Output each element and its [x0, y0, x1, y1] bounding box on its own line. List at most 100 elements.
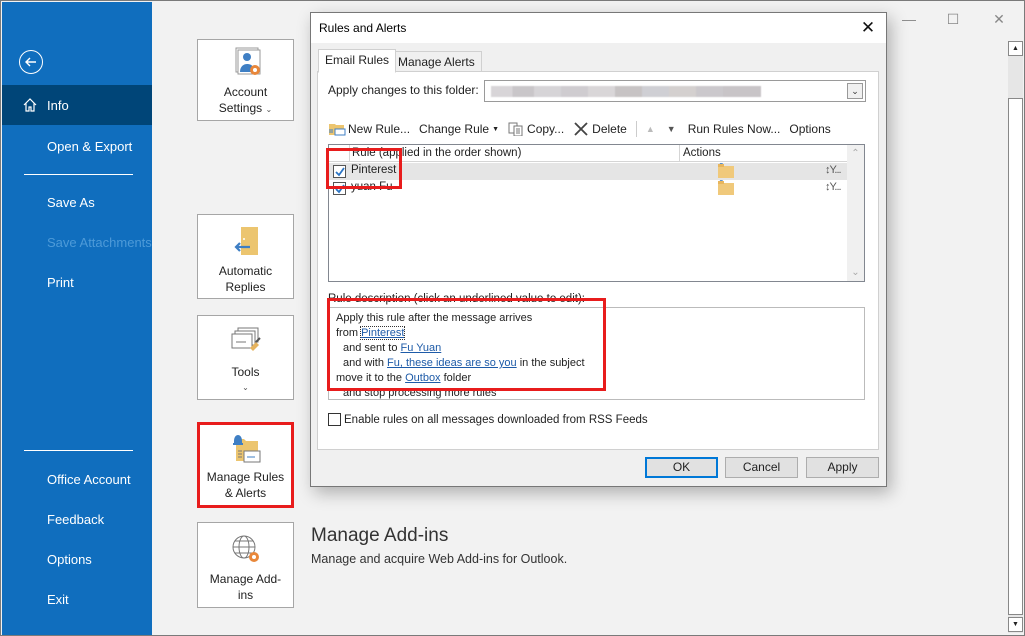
description-line: move it to the Outbox folder: [336, 372, 472, 384]
tile-label: Manage Rules: [206, 470, 285, 484]
rule-enabled-checkbox[interactable]: [333, 165, 346, 178]
automatic-replies-icon: [233, 227, 258, 255]
dialog-title: Rules and Alerts: [319, 21, 407, 35]
move-to-folder-icon: [718, 181, 734, 195]
rule-description-label: Rule description (click an underlined va…: [328, 293, 585, 305]
account-settings-icon: [235, 47, 260, 75]
rules-and-alerts-dialog: Rules and Alerts ✕ Email Rules Manage Al…: [310, 12, 887, 487]
checkbox[interactable]: [328, 413, 341, 426]
arrow-left-icon: [25, 57, 36, 67]
change-rule-button[interactable]: Change Rule ▼: [419, 122, 499, 136]
chevron-down-icon[interactable]: ⌄: [847, 83, 863, 99]
delete-rule-button[interactable]: Delete: [573, 122, 627, 136]
move-up-icon[interactable]: ▲: [646, 124, 655, 134]
nav-item-exit[interactable]: Exit: [2, 579, 152, 619]
manage-rules-alerts-tile[interactable]: Manage Rules & Alerts: [197, 422, 294, 508]
window-close-button[interactable]: ✕: [989, 9, 1009, 29]
nav-item-print[interactable]: Print: [2, 262, 152, 302]
toolbar-divider: [635, 121, 637, 137]
nav-item-label: Save As: [47, 194, 95, 210]
tile-label: Settings ⌄: [218, 101, 273, 115]
tab-email-rules[interactable]: Email Rules: [318, 49, 397, 73]
nav-item-label: Feedback: [47, 511, 105, 527]
column-header-rule[interactable]: Rule (applied in the order shown): [349, 145, 521, 162]
sent-to-value-link[interactable]: Fu Yuan: [401, 342, 442, 354]
scroll-up-icon[interactable]: ⌃: [847, 145, 864, 162]
apply-button[interactable]: Apply: [806, 457, 879, 478]
nav-item-info[interactable]: Info: [2, 85, 152, 125]
rule-description-box: Apply this rule after the message arrive…: [328, 307, 865, 400]
automatic-replies-tile[interactable]: Automatic Replies: [197, 214, 294, 299]
nav-divider: [24, 450, 133, 451]
checkmark-icon: [335, 184, 345, 194]
cancel-button[interactable]: Cancel: [725, 457, 798, 478]
minimize-button[interactable]: —: [899, 9, 919, 29]
folder-label: Apply changes to this folder:: [328, 83, 479, 97]
description-line: and with Fu, these ideas are so you in t…: [343, 357, 585, 369]
maximize-button[interactable]: ☐: [943, 9, 963, 29]
scrollbar-track[interactable]: [1008, 98, 1023, 615]
account-settings-tile[interactable]: Account Settings ⌄: [197, 39, 294, 121]
description-line: and stop processing more rules: [343, 387, 497, 399]
nav-item-open-export[interactable]: Open & Export: [2, 126, 152, 166]
outlook-window: Info Open & Export Save As Save Attachme…: [0, 0, 1025, 636]
nav-item-options[interactable]: Options: [2, 539, 152, 579]
scroll-up-arrow-icon[interactable]: ▲: [1008, 41, 1023, 56]
dropdown-arrow-icon: ▼: [492, 125, 500, 133]
rule-row[interactable]: yuan Fu ↴ ↕Y...: [329, 178, 848, 197]
rule-row[interactable]: Pinterest ↴ ↕Y...: [329, 161, 848, 180]
back-button[interactable]: [19, 50, 43, 74]
nav-item-label: Info: [47, 97, 69, 113]
description-line: from Pinterest: [336, 326, 406, 340]
target-folder-link[interactable]: Outbox: [405, 372, 440, 384]
nav-item-label: Open & Export: [47, 138, 133, 154]
tile-label: & Alerts: [224, 486, 267, 500]
nav-item-office-account[interactable]: Office Account: [2, 459, 152, 499]
redacted-folder-value: [491, 86, 761, 97]
tools-tile[interactable]: Tools ⌄: [197, 315, 294, 400]
dialog-titlebar: Rules and Alerts ✕: [311, 13, 886, 43]
backstage-nav: Info Open & Export Save As Save Attachme…: [2, 2, 152, 635]
ok-button[interactable]: OK: [645, 457, 718, 478]
nav-item-feedback[interactable]: Feedback: [2, 499, 152, 539]
copy-rule-button[interactable]: Copy...: [508, 122, 564, 136]
move-down-icon[interactable]: ▼: [667, 124, 676, 134]
description-line: Apply this rule after the message arrive…: [336, 312, 533, 324]
nav-item-save-attachments: Save Attachments: [2, 222, 152, 262]
tab-manage-alerts[interactable]: Manage Alerts: [391, 51, 482, 72]
scroll-down-arrow-icon[interactable]: ▼: [1008, 617, 1023, 632]
tile-label: Replies: [225, 280, 266, 294]
email-rules-panel: Apply changes to this folder: ⌄ New Rule…: [317, 71, 879, 450]
rss-rules-checkbox[interactable]: Enable rules on all messages downloaded …: [328, 413, 648, 426]
rule-enabled-checkbox[interactable]: [333, 182, 346, 195]
run-rules-now-button[interactable]: Run Rules Now...: [688, 122, 781, 136]
nav-divider: [24, 174, 133, 175]
new-rule-button[interactable]: New Rule...: [328, 122, 410, 136]
copy-icon: [508, 122, 523, 136]
options-button[interactable]: Options: [789, 122, 830, 136]
rules-list-scrollbar[interactable]: ⌃ ⌄: [847, 145, 864, 281]
nav-item-label: Exit: [47, 591, 69, 607]
dialog-close-icon[interactable]: ✕: [858, 18, 878, 38]
rule-tools-icon[interactable]: ↕Y...: [825, 164, 842, 176]
rules-list[interactable]: Rule (applied in the order shown) Action…: [328, 144, 865, 282]
nav-item-label: Options: [47, 551, 92, 567]
description-line: and sent to Fu Yuan: [343, 342, 442, 354]
nav-item-save-as[interactable]: Save As: [2, 182, 152, 222]
rule-name: Pinterest: [351, 164, 397, 176]
scroll-down-icon[interactable]: ⌄: [847, 264, 864, 281]
rules-toolbar: New Rule... Change Rule ▼ Copy... Delete…: [328, 119, 840, 139]
rule-tools-icon[interactable]: ↕Y...: [825, 181, 842, 193]
from-value-link[interactable]: Pinterest: [360, 326, 406, 340]
chevron-down-icon: ⌄: [242, 383, 249, 392]
manage-rules-icon: [232, 435, 260, 463]
scrollbar-thumb[interactable]: [1008, 58, 1023, 98]
page-scrollbar[interactable]: ▲ ▼: [1008, 41, 1023, 633]
folder-select[interactable]: ⌄: [484, 80, 866, 102]
manage-addins-description: Manage and acquire Web Add-ins for Outlo…: [311, 552, 568, 566]
manage-addins-tile[interactable]: Manage Add- ins: [197, 522, 294, 608]
column-header-actions[interactable]: Actions: [679, 145, 848, 162]
subject-value-link[interactable]: Fu, these ideas are so you: [387, 357, 517, 369]
delete-x-icon: [574, 122, 588, 136]
tile-label: Account: [223, 85, 268, 99]
